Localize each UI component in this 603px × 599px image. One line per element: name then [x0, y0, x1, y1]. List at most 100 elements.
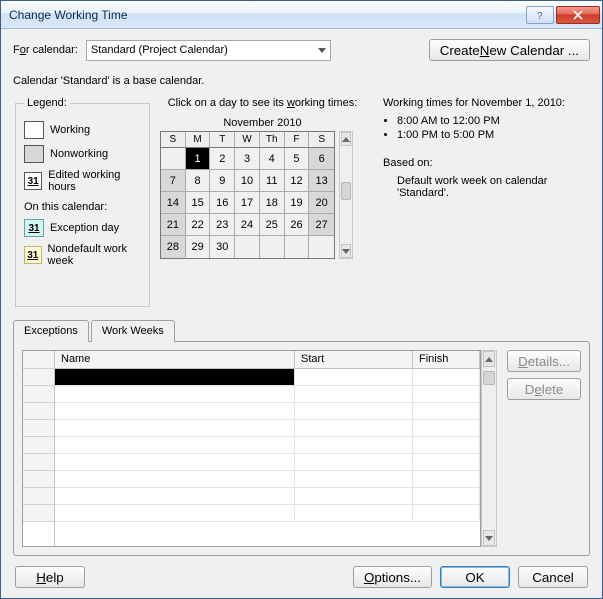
table-cell[interactable] — [413, 403, 480, 419]
calendar-day[interactable]: 26 — [285, 214, 310, 236]
calendar-day[interactable]: 20 — [309, 192, 334, 214]
cancel-button[interactable]: Cancel — [518, 566, 588, 588]
table-cell[interactable] — [295, 386, 413, 402]
calendar-day[interactable]: 22 — [186, 214, 211, 236]
table-cell[interactable] — [413, 420, 480, 436]
table-cell[interactable] — [55, 437, 295, 453]
calendar-day[interactable]: 19 — [285, 192, 310, 214]
calendar-day[interactable]: 15 — [186, 192, 211, 214]
legend-nonworking: Nonworking — [24, 145, 141, 163]
calendar-day[interactable]: 2 — [210, 148, 235, 170]
calendar-day[interactable]: 6 — [309, 148, 334, 170]
calendar-day[interactable]: 4 — [260, 148, 285, 170]
calendar-day[interactable]: 24 — [235, 214, 260, 236]
scroll-down-icon[interactable] — [483, 530, 495, 546]
calendar-day[interactable]: 1 — [186, 148, 211, 170]
col-start[interactable]: Start — [295, 351, 413, 368]
table-cell[interactable] — [413, 505, 480, 521]
table-row[interactable] — [55, 488, 480, 505]
create-new-calendar-button[interactable]: Create New Calendar ... — [429, 39, 590, 61]
exceptions-grid[interactable]: Name Start Finish — [22, 350, 481, 547]
edited-swatch-icon: 31 — [24, 172, 42, 190]
tab-exceptions[interactable]: Exceptions — [13, 320, 89, 342]
calendar-day[interactable]: 10 — [235, 170, 260, 192]
calendar-day[interactable]: 23 — [210, 214, 235, 236]
tab-strip: Exceptions Work Weeks — [13, 319, 590, 341]
calendar-dropdown[interactable]: Standard (Project Calendar) — [86, 40, 331, 61]
options-button[interactable]: Options... — [353, 566, 432, 588]
col-finish[interactable]: Finish — [413, 351, 480, 368]
calendar-day[interactable]: 12 — [285, 170, 310, 192]
table-cell[interactable] — [413, 437, 480, 453]
scroll-up-icon[interactable] — [483, 351, 495, 367]
table-cell[interactable] — [55, 454, 295, 470]
table-row[interactable] — [55, 437, 480, 454]
table-row[interactable] — [55, 505, 480, 522]
calendar-day[interactable]: 8 — [186, 170, 211, 192]
table-cell[interactable] — [55, 403, 295, 419]
table-row[interactable] — [55, 369, 480, 386]
table-row[interactable] — [55, 420, 480, 437]
calendar-day[interactable]: 27 — [309, 214, 334, 236]
table-cell[interactable] — [413, 454, 480, 470]
table-cell[interactable] — [295, 437, 413, 453]
scroll-thumb[interactable] — [483, 371, 495, 385]
calendar-day[interactable]: 13 — [309, 170, 334, 192]
ok-button[interactable]: OK — [440, 566, 510, 588]
table-cell[interactable] — [55, 505, 295, 521]
table-cell[interactable] — [55, 488, 295, 504]
table-row[interactable] — [55, 471, 480, 488]
grid-body[interactable] — [55, 369, 480, 546]
calendar-day[interactable]: 30 — [210, 236, 235, 258]
calendar-day[interactable]: 18 — [260, 192, 285, 214]
table-cell[interactable] — [295, 471, 413, 487]
calendar-dow: T — [210, 132, 235, 148]
calendar-day[interactable]: 14 — [161, 192, 186, 214]
legend-title: Legend: — [24, 97, 70, 109]
table-cell[interactable] — [413, 386, 480, 402]
calendar-day[interactable]: 29 — [186, 236, 211, 258]
help-button[interactable]: Help — [15, 566, 85, 588]
legend-exception: 31 Exception day — [24, 219, 141, 237]
table-cell[interactable] — [55, 386, 295, 402]
delete-button[interactable]: Delete — [507, 378, 581, 400]
scroll-down-icon[interactable] — [341, 244, 351, 258]
calendar-scrollbar[interactable] — [339, 131, 353, 259]
calendar-day[interactable]: 25 — [260, 214, 285, 236]
table-cell[interactable] — [295, 403, 413, 419]
calendar-day[interactable]: 11 — [260, 170, 285, 192]
table-cell[interactable] — [413, 471, 480, 487]
calendar-day[interactable]: 16 — [210, 192, 235, 214]
table-cell[interactable] — [413, 488, 480, 504]
calendar-day[interactable]: 7 — [161, 170, 186, 192]
table-cell[interactable] — [55, 420, 295, 436]
calendar-dow: M — [186, 132, 211, 148]
calendar-day[interactable]: 28 — [161, 236, 186, 258]
tab-work-weeks[interactable]: Work Weeks — [91, 320, 175, 342]
calendar-day[interactable]: 21 — [161, 214, 186, 236]
calendar-day[interactable]: 3 — [235, 148, 260, 170]
close-button[interactable] — [556, 6, 600, 24]
table-cell[interactable] — [55, 369, 295, 385]
table-cell[interactable] — [295, 369, 413, 385]
calendar-day[interactable]: 17 — [235, 192, 260, 214]
table-row[interactable] — [55, 386, 480, 403]
table-cell[interactable] — [295, 488, 413, 504]
table-cell[interactable] — [295, 454, 413, 470]
calendar-day[interactable]: 5 — [285, 148, 310, 170]
calendar-dow: Th — [260, 132, 285, 148]
calendar-grid[interactable]: SMTWThFS12345678910111213141516171819202… — [160, 131, 335, 259]
grid-scrollbar[interactable] — [481, 350, 497, 547]
table-row[interactable] — [55, 454, 480, 471]
table-row[interactable] — [55, 403, 480, 420]
table-cell[interactable] — [295, 420, 413, 436]
scroll-thumb[interactable] — [341, 182, 351, 200]
details-button[interactable]: Details... — [507, 350, 581, 372]
help-button-icon[interactable]: ? — [526, 6, 554, 24]
table-cell[interactable] — [55, 471, 295, 487]
scroll-up-icon[interactable] — [341, 132, 351, 146]
col-name[interactable]: Name — [55, 351, 295, 368]
calendar-day[interactable]: 9 — [210, 170, 235, 192]
table-cell[interactable] — [295, 505, 413, 521]
table-cell[interactable] — [413, 369, 480, 385]
